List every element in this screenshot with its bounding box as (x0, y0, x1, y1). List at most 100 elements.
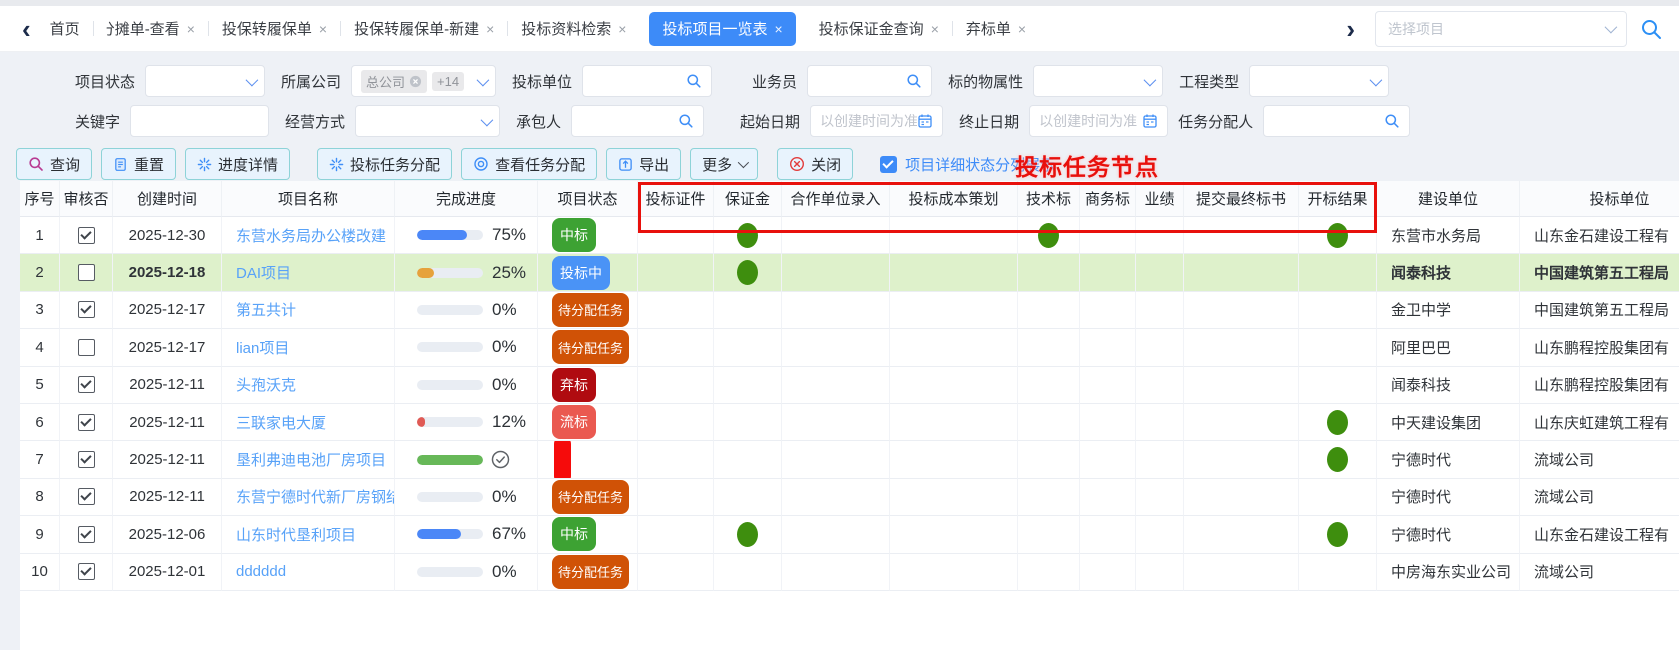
tab-close-icon[interactable]: × (1018, 21, 1026, 37)
tab-投标保证金查询[interactable]: 投标保证金查询× (806, 7, 952, 51)
tab-首页[interactable]: 首页 (37, 7, 93, 51)
tab-分摊单-查看[interactable]: 分摊单-查看× (94, 7, 208, 51)
filter-date-input[interactable]: 以创建时间为准 (1029, 105, 1168, 137)
table-row-1[interactable]: 12025-12-30东营水务局办公楼改建75%中标东营市水务局山东金石建设工程… (20, 217, 1679, 254)
status-badge: 待分配任务 (552, 330, 629, 364)
owner-name: 闻泰科技 (1391, 262, 1451, 283)
progress-bar: 25% (395, 263, 537, 283)
cell-created: 2025-12-06 (113, 516, 222, 553)
tab-bar: ‹ 首页分摊单-查看×投保转履保单×投保转履保单-新建×投标资料检索× 投标项目一… (0, 6, 1679, 52)
tab-弃标单[interactable]: 弃标单× (953, 7, 1039, 51)
tab-close-icon[interactable]: × (774, 21, 782, 37)
cell-task-技术标 (1018, 329, 1080, 366)
project-link[interactable]: 山东时代垦利项目 (236, 524, 356, 545)
filter-date-input[interactable]: 以创建时间为准 (810, 105, 943, 137)
filter-select[interactable] (1033, 65, 1163, 97)
table-row-9[interactable]: 92025-12-06山东时代垦利项目67%中标宁德时代山东金石建设工程有 (20, 516, 1679, 553)
filter-label: 终止日期 (959, 111, 1019, 132)
project-link[interactable]: 第五共计 (236, 299, 296, 320)
audit-checkbox[interactable] (78, 339, 95, 356)
filter-select[interactable] (355, 105, 500, 137)
tab-close-icon[interactable]: × (187, 21, 195, 37)
cell-task-合作单位录入 (782, 329, 890, 366)
project-link[interactable]: 东营水务局办公楼改建 (236, 225, 386, 246)
tab-label: 首页 (50, 18, 80, 39)
cell-created: 2025-12-17 (113, 292, 222, 329)
filter-multiselect[interactable]: 总公司+14 (351, 65, 496, 97)
filter-select[interactable] (145, 65, 265, 97)
table-row-7[interactable]: 72025-12-11垦利弗迪电池厂房项目宁德时代流域公司 (20, 441, 1679, 478)
audit-checkbox[interactable] (78, 264, 95, 281)
filter-text-input[interactable] (130, 105, 269, 137)
project-link[interactable]: dddddd (236, 563, 286, 580)
cell-task-技术标 (1018, 516, 1080, 553)
created-date: 2025-12-11 (129, 414, 205, 431)
tab-close-icon[interactable]: × (931, 21, 939, 37)
button-更多[interactable]: 更多 (690, 148, 758, 180)
tab-投标项目一览表[interactable]: 投标项目一览表× (649, 12, 795, 46)
button-关闭[interactable]: 关闭 (777, 148, 853, 180)
table-row-2[interactable]: 22025-12-18DAI项目25%投标中闻泰科技中国建筑第五工程局 (20, 254, 1679, 291)
audit-checkbox[interactable] (78, 451, 95, 468)
project-link[interactable]: 东营宁德时代新厂房钢结构工 (236, 486, 395, 507)
project-link[interactable]: 三联家电大厦 (236, 412, 326, 433)
burst-icon (329, 157, 344, 172)
project-link[interactable]: DAI项目 (236, 262, 291, 283)
detail-state-checkbox[interactable] (880, 156, 897, 173)
button-查看任务分配[interactable]: 查看任务分配 (461, 148, 597, 180)
cell-audit (60, 404, 113, 441)
progress-percent: 0% (492, 487, 517, 507)
filter-search-input[interactable] (1263, 105, 1410, 137)
progress-bar: 0% (395, 487, 537, 507)
button-投标任务分配[interactable]: 投标任务分配 (317, 148, 452, 180)
tab-投保转履保单-新建[interactable]: 投保转履保单-新建× (341, 7, 507, 51)
button-查询[interactable]: 查询 (16, 148, 92, 180)
table-row-8[interactable]: 82025-12-11东营宁德时代新厂房钢结构工0%待分配任务宁德时代流域公司 (20, 479, 1679, 516)
cell-progress (395, 441, 538, 478)
cell-created: 2025-12-01 (113, 554, 222, 591)
progress-bar: 0% (395, 337, 537, 357)
document-icon (113, 157, 128, 172)
cell-owner: 中天建设集团 (1377, 404, 1520, 441)
cell-seq: 5 (20, 367, 60, 404)
cell-task-开标结果 (1299, 217, 1377, 254)
filter-search-input[interactable] (582, 65, 712, 97)
audit-checkbox[interactable] (78, 563, 95, 580)
filter-search-input[interactable] (807, 65, 932, 97)
audit-checkbox[interactable] (78, 376, 95, 393)
audit-checkbox[interactable] (78, 301, 95, 318)
audit-checkbox[interactable] (78, 526, 95, 543)
table-row-10[interactable]: 102025-12-01dddddd0%待分配任务中房海东实业公司流域公司 (20, 554, 1679, 591)
project-link[interactable]: lian项目 (236, 337, 289, 358)
button-进度详情[interactable]: 进度详情 (185, 148, 290, 180)
audit-checkbox[interactable] (78, 227, 95, 244)
global-search-icon[interactable] (1639, 17, 1663, 41)
cell-task-开标结果 (1299, 479, 1377, 516)
filter-select[interactable] (1249, 65, 1389, 97)
tab-close-icon[interactable]: × (319, 21, 327, 37)
project-select[interactable]: 选择项目 (1375, 11, 1627, 47)
tabs-back-chevron-icon[interactable]: ‹ (16, 16, 37, 42)
tab-close-icon[interactable]: × (618, 21, 626, 37)
project-link[interactable]: 头孢沃克 (236, 374, 296, 395)
cell-task-保证金 (714, 254, 782, 291)
table-row-5[interactable]: 52025-12-11头孢沃克0%弃标闻泰科技山东鹏程控股集团有 (20, 367, 1679, 404)
audit-checkbox[interactable] (78, 488, 95, 505)
tab-close-icon[interactable]: × (486, 21, 494, 37)
table-row-4[interactable]: 42025-12-17lian项目0%待分配任务阿里巴巴山东鹏程控股集团有 (20, 329, 1679, 366)
button-重置[interactable]: 重置 (101, 148, 176, 180)
project-link[interactable]: 垦利弗迪电池厂房项目 (236, 449, 386, 470)
table-row-6[interactable]: 62025-12-11三联家电大厦12%流标中天建设集团山东庆虹建筑工程有 (20, 404, 1679, 441)
filter-field-承包人: 承包人 (516, 105, 704, 137)
tab-投标资料检索[interactable]: 投标资料检索× (508, 7, 639, 51)
audit-checkbox[interactable] (78, 414, 95, 431)
button-label: 查询 (50, 154, 80, 175)
tab-投保转履保单[interactable]: 投保转履保单× (209, 7, 340, 51)
cell-task-业绩 (1136, 479, 1184, 516)
progress-bar: 67% (395, 524, 537, 544)
filter-search-input[interactable] (571, 105, 704, 137)
status-badge: 流标 (552, 405, 596, 439)
table-row-3[interactable]: 32025-12-17第五共计0%待分配任务金卫中学中国建筑第五工程局 (20, 292, 1679, 329)
button-导出[interactable]: 导出 (606, 148, 681, 180)
tabs-forward-chevron-icon[interactable]: › (1340, 16, 1361, 42)
